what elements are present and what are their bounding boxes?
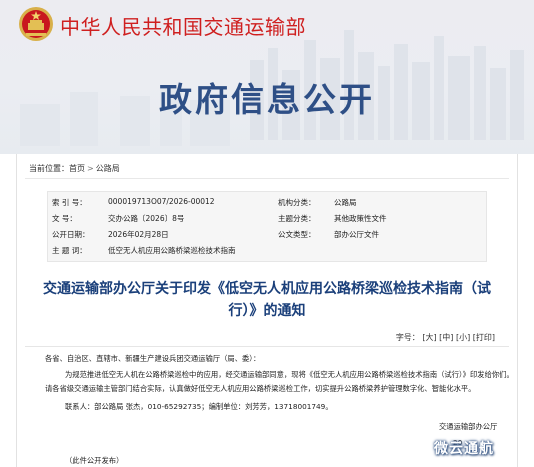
meta-value: 部办公厅文件 (334, 230, 379, 239)
breadcrumb-prefix: 当前位置： (29, 164, 69, 173)
meta-row: 公开日期： 2026年02月28日 公文类型： 部办公厅文件 (48, 229, 486, 243)
meta-value: 低空无人机应用公路桥梁巡检技术指南 (108, 246, 236, 255)
document-title: 交通运输部办公厅关于印发《低空无人机应用公路桥梁巡检技术指南（试 行）》的通知 (39, 278, 495, 322)
site-header: 中华人民共和国交通运输部 政府信息公开 (0, 0, 534, 154)
title-divider (25, 346, 509, 347)
document-title-line: 行）》的通知 (228, 303, 306, 319)
meta-row: 主 题 词： 低空无人机应用公路桥梁巡检技术指南 (48, 245, 486, 259)
public-release-note: （此件公开发布） (65, 456, 124, 465)
salutation-text: 各省、自治区、直辖市、新疆生产建设兵团交通运输厅（局、委）： (45, 354, 261, 363)
meta-label: 主 题 词： (52, 246, 87, 255)
meta-row: 索 引 号： 000019713O07/2026-00012 机构分类： 公路局 (48, 197, 486, 211)
source-watermark: 微云通航 (434, 441, 494, 457)
breadcrumb: 当前位置：首页 > 公路局 (29, 163, 120, 174)
signature-text: 交通运输部办公厅 (439, 422, 498, 431)
breadcrumb-separator: > (87, 164, 94, 173)
meta-value: 000019713O07/2026-00012 (108, 197, 215, 206)
meta-label: 索 引 号： (52, 198, 87, 207)
document-title-line: 交通运输部办公厅关于印发《低空无人机应用公路桥梁巡检技术指南（试 (43, 281, 491, 297)
meta-label: 公文类型： (278, 230, 316, 239)
page-banner-title: 政府信息公开 (159, 80, 375, 119)
content-card: 当前位置：首页 > 公路局 索 引 号： 000019713O07/2026-000… (16, 154, 518, 467)
body-paragraph: 请各省级交通运输主管部门结合实际，认真做好低空无人机应用公路桥梁巡检工作，切实提… (45, 384, 476, 393)
ministry-name[interactable]: 中华人民共和国交通运输部 (60, 11, 306, 40)
meta-value: 其他政策性文件 (334, 214, 387, 223)
document-metadata-table: 索 引 号： 000019713O07/2026-00012 机构分类： 公路局… (47, 191, 487, 262)
meta-label: 公开日期： (52, 230, 90, 239)
meta-row: 文 号： 交办公路〔2026〕8号 主题分类： 其他政策性文件 (48, 213, 486, 227)
breadcrumb-divider (25, 178, 509, 179)
meta-value: 交办公路〔2026〕8号 (108, 214, 185, 223)
font-size-small-button[interactable]: 小 (459, 333, 467, 342)
contact-text: 联系人：部公路局 张杰，010-65292735；编制单位：刘芳芳，137180… (65, 402, 333, 411)
meta-label: 文 号： (52, 214, 77, 223)
meta-value: 2026年02月28日 (108, 230, 169, 239)
font-size-label: 字号： (395, 333, 420, 342)
font-size-controls: 字号： [大] [中] [小] [打印] (395, 333, 495, 342)
body-paragraph: 为规范推进低空无人机在公路桥梁巡检中的应用，经交通运输部同意，现将《低空无人机应… (65, 370, 514, 379)
breadcrumb-home-link[interactable]: 首页 (69, 164, 85, 173)
meta-label: 主题分类： (278, 214, 316, 223)
meta-value: 公路局 (334, 198, 357, 207)
national-emblem-icon (19, 7, 53, 41)
meta-label: 机构分类： (278, 198, 316, 207)
breadcrumb-highway-bureau-link[interactable]: 公路局 (96, 164, 120, 173)
print-button[interactable]: 打印 (476, 333, 492, 342)
